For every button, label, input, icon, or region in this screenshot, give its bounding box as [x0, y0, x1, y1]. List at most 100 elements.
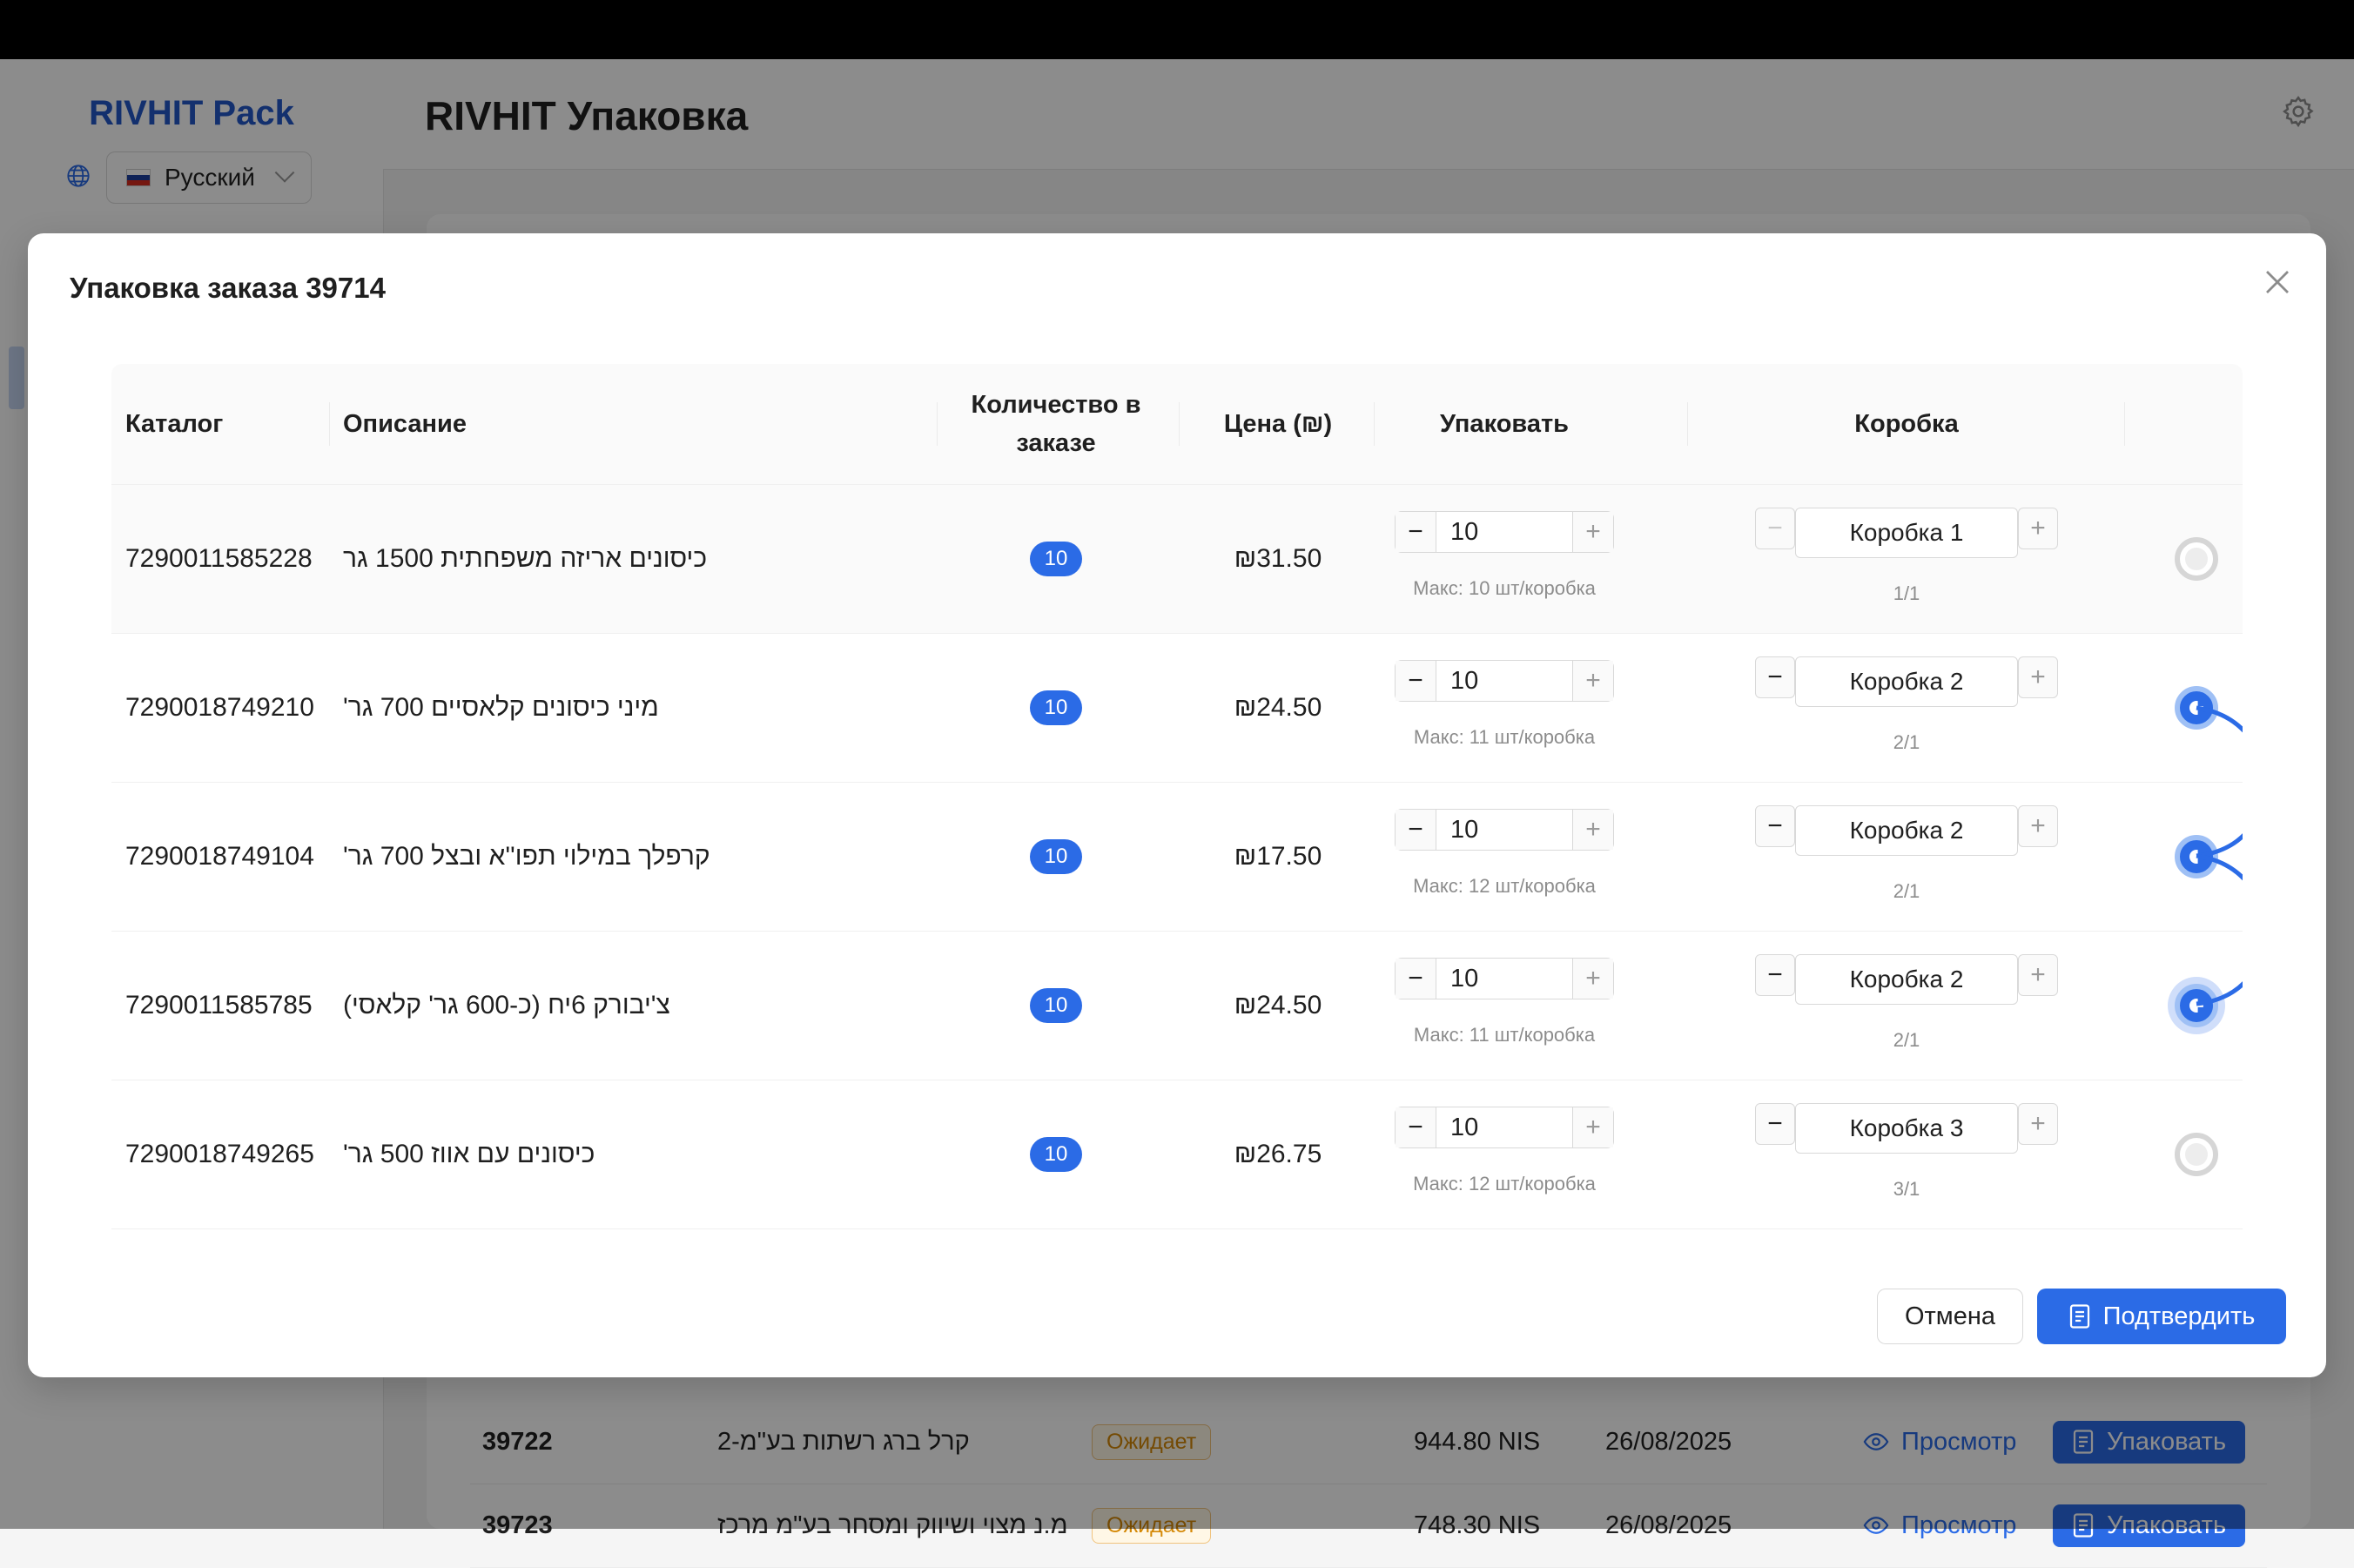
description-cell: כיסונים עם אווז 500 גר' — [343, 1140, 595, 1168]
box-selector[interactable]: − Коробка 3 + — [1755, 1103, 2058, 1154]
top-black-bar — [0, 0, 2354, 59]
price-cell: ₪17.50 — [1234, 842, 1322, 871]
pack-quantity-input[interactable]: 10 — [1436, 661, 1572, 701]
qty-badge: 10 — [1030, 839, 1082, 874]
increment-button[interactable]: + — [1572, 810, 1613, 850]
link-node-icon[interactable] — [2175, 1133, 2218, 1176]
box-increment-button[interactable]: + — [2018, 805, 2058, 847]
cancel-button[interactable]: Отмена — [1877, 1289, 2023, 1344]
catalog-cell: 7290011585228 — [125, 544, 313, 573]
modal-title: Упаковка заказа 39714 — [70, 272, 386, 304]
description-cell: מיני כיסונים קלאסיים 700 גר' — [343, 693, 659, 722]
column-header-description: Описание — [343, 410, 467, 438]
box-decrement-button[interactable]: − — [1755, 805, 1795, 847]
pack-quantity-input[interactable]: 10 — [1436, 959, 1572, 999]
column-divider — [1179, 402, 1180, 446]
pack-quantity-stepper[interactable]: − 10 + — [1395, 1107, 1614, 1148]
box-selector[interactable]: − Коробка 2 + — [1755, 954, 2058, 1005]
column-header-catalog: Каталог — [125, 410, 224, 438]
column-divider — [1687, 402, 1688, 446]
decrement-button[interactable]: − — [1396, 1107, 1436, 1147]
box-value[interactable]: Коробка 2 — [1795, 656, 2018, 707]
qty-badge: 10 — [1030, 988, 1082, 1023]
description-cell: כיסונים אריזה משפחתית 1500 גר — [343, 544, 708, 573]
decrement-button[interactable]: − — [1396, 661, 1436, 701]
max-per-box-note: Макс: 10 шт/коробка — [1413, 577, 1596, 599]
decrement-button[interactable]: − — [1396, 512, 1436, 552]
qty-cell: 10 — [947, 783, 1165, 931]
price-cell: ₪31.50 — [1234, 544, 1322, 573]
box-value[interactable]: Коробка 1 — [1795, 508, 2018, 558]
link-node-icon[interactable] — [2175, 686, 2218, 730]
pack-quantity-stepper[interactable]: − 10 + — [1395, 809, 1614, 851]
box-counter-note: 2/1 — [1893, 1029, 1920, 1051]
document-icon — [2069, 1304, 2089, 1329]
box-selector[interactable]: − Коробка 2 + — [1755, 656, 2058, 707]
catalog-cell: 7290018749265 — [125, 1140, 314, 1168]
table-row: 7290011585785 צ'יבורק 6יח (כ-600 גר' קלא… — [111, 932, 2243, 1080]
increment-button[interactable]: + — [1572, 512, 1613, 552]
price-cell: ₪24.50 — [1234, 991, 1322, 1020]
description-cell: קרפלך במילוי תפו''א ובצל 700 גר' — [343, 842, 710, 871]
box-increment-button[interactable]: + — [2018, 508, 2058, 549]
confirm-button[interactable]: Подтвердить — [2037, 1289, 2286, 1344]
column-divider — [937, 402, 938, 446]
qty-badge: 10 — [1030, 690, 1082, 725]
price-cell: ₪26.75 — [1234, 1140, 1322, 1168]
decrement-button[interactable]: − — [1396, 810, 1436, 850]
increment-button[interactable]: + — [1572, 661, 1613, 701]
box-increment-button[interactable]: + — [2018, 954, 2058, 996]
column-divider — [1374, 402, 1375, 446]
box-counter-note: 2/1 — [1893, 731, 1920, 753]
qty-badge: 10 — [1030, 542, 1082, 576]
box-decrement-button[interactable]: − — [1755, 954, 1795, 996]
decrement-button[interactable]: − — [1396, 959, 1436, 999]
box-counter-note: 2/1 — [1893, 880, 1920, 902]
price-cell: ₪24.50 — [1234, 693, 1322, 722]
column-header-qty: Количество в заказе — [971, 391, 1141, 457]
table-row: 7290018749210 מיני כיסונים קלאסיים 700 ג… — [111, 634, 2243, 783]
column-header-pack: Упаковать — [1439, 410, 1570, 438]
qty-cell: 10 — [947, 1080, 1165, 1228]
pack-items-table: Каталог Описание Количество в заказе Цен… — [111, 364, 2243, 1229]
max-per-box-note: Макс: 11 шт/коробка — [1413, 726, 1596, 748]
catalog-cell: 7290018749210 — [125, 693, 314, 722]
box-increment-button[interactable]: + — [2018, 1103, 2058, 1145]
pack-quantity-stepper[interactable]: − 10 + — [1395, 511, 1614, 553]
link-node-icon[interactable] — [2175, 835, 2218, 878]
increment-button[interactable]: + — [1572, 1107, 1613, 1147]
column-divider — [329, 402, 330, 446]
increment-button[interactable]: + — [1572, 959, 1613, 999]
qty-badge: 10 — [1030, 1137, 1082, 1172]
pack-quantity-stepper[interactable]: − 10 + — [1395, 958, 1614, 999]
qty-cell: 10 — [947, 634, 1165, 782]
box-decrement-button[interactable]: − — [1755, 508, 1795, 549]
box-selector[interactable]: − Коробка 2 + — [1755, 805, 2058, 856]
pack-quantity-input[interactable]: 10 — [1436, 810, 1572, 850]
max-per-box-note: Макс: 12 шт/коробка — [1413, 875, 1596, 897]
table-row: 7290018749265 כיסונים עם אווז 500 גר' 10… — [111, 1080, 2243, 1229]
box-selector[interactable]: − Коробка 1 + — [1755, 508, 2058, 558]
pack-order-modal: Упаковка заказа 39714 Каталог Описание К… — [28, 233, 2326, 1377]
box-counter-note: 3/1 — [1893, 1178, 1920, 1200]
max-per-box-note: Макс: 12 шт/коробка — [1413, 1173, 1596, 1195]
close-icon[interactable] — [2262, 266, 2293, 298]
link-node-icon[interactable] — [2175, 537, 2218, 581]
box-decrement-button[interactable]: − — [1755, 1103, 1795, 1145]
box-decrement-button[interactable]: − — [1755, 656, 1795, 698]
pack-quantity-stepper[interactable]: − 10 + — [1395, 660, 1614, 702]
description-cell: צ'יבורק 6יח (כ-600 גר' קלאסי) — [343, 991, 670, 1020]
box-value[interactable]: Коробка 3 — [1795, 1103, 2018, 1154]
link-node-icon[interactable] — [2175, 984, 2218, 1027]
column-header-box: Коробка — [1854, 410, 1959, 438]
box-value[interactable]: Коробка 2 — [1795, 954, 2018, 1005]
table-row: 7290018749104 קרפלך במילוי תפו''א ובצל 7… — [111, 783, 2243, 932]
pack-quantity-input[interactable]: 10 — [1436, 1107, 1572, 1147]
pack-quantity-input[interactable]: 10 — [1436, 512, 1572, 552]
column-divider — [2124, 402, 2125, 446]
box-increment-button[interactable]: + — [2018, 656, 2058, 698]
max-per-box-note: Макс: 11 шт/коробка — [1413, 1024, 1596, 1046]
catalog-cell: 7290011585785 — [125, 991, 313, 1020]
column-header-price: Цена (₪) — [1223, 410, 1333, 438]
box-value[interactable]: Коробка 2 — [1795, 805, 2018, 856]
